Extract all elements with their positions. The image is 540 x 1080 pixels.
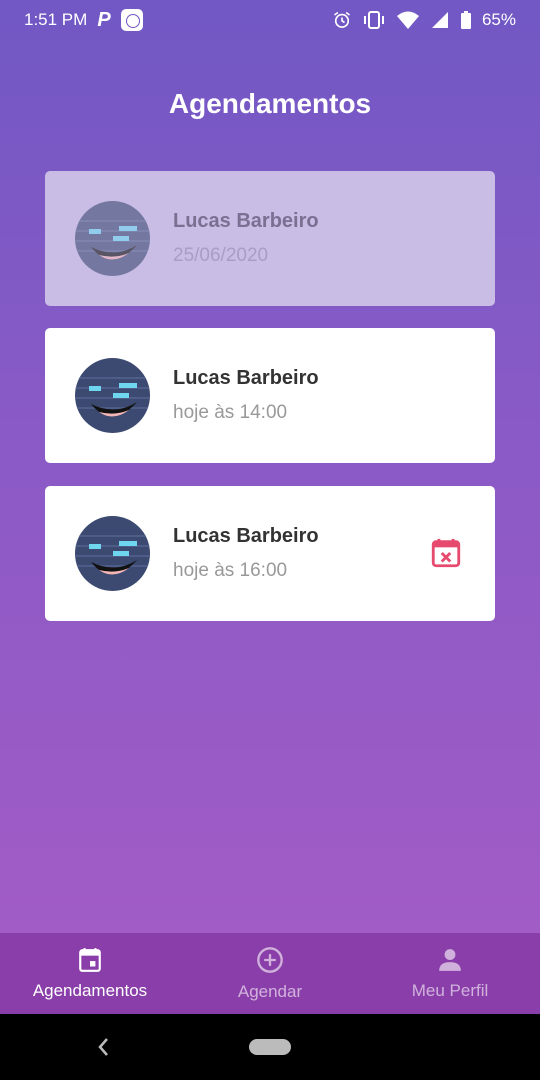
appointment-time: hoje às 14:00 <box>173 402 288 423</box>
nav-label: Meu Perfil <box>411 980 489 1000</box>
status-time: 1:51 PM <box>24 10 88 29</box>
parking-app-icon: P <box>97 8 111 31</box>
plus-circle-icon <box>257 946 283 973</box>
signal-icon <box>431 12 448 28</box>
battery-percent: 65% <box>481 10 516 29</box>
nav-item-meu-perfil[interactable]: Meu Perfil <box>360 933 540 1014</box>
back-icon[interactable] <box>96 1036 110 1058</box>
status-right: 65% <box>332 10 516 30</box>
nav-item-agendamentos[interactable]: Agendamentos <box>0 933 180 1014</box>
app-notification-icon <box>120 9 143 31</box>
calendar-remove-icon[interactable] <box>429 536 463 570</box>
vibrate-icon <box>363 11 384 29</box>
wifi-icon <box>396 11 419 29</box>
home-pill[interactable] <box>249 1039 291 1055</box>
status-left: 1:51 PM P <box>24 9 143 32</box>
nav-label: Agendar <box>237 981 303 1001</box>
alarm-icon <box>333 11 350 28</box>
page-title: Agendamentos <box>168 88 372 119</box>
barber-name: Lucas Barbeiro <box>173 525 319 547</box>
nav-label: Agendamentos <box>32 980 148 1000</box>
appointment-card[interactable]: Lucas Barbeiro hoje às 14:00 <box>45 328 495 463</box>
appointment-card[interactable]: Lucas Barbeiro hoje às 16:00 <box>45 486 495 621</box>
appointment-card-past[interactable]: Lucas Barbeiro 25/06/2020 <box>45 171 495 306</box>
barber-avatar <box>75 201 150 276</box>
calendar-icon <box>79 947 101 972</box>
bottom-nav: Agendamentos Agendar Meu Perfil <box>0 933 540 1014</box>
battery-icon <box>460 11 471 29</box>
system-nav-bar <box>0 1014 540 1080</box>
nav-item-agendar[interactable]: Agendar <box>180 933 360 1014</box>
barber-avatar <box>75 516 150 591</box>
appointment-time: 25/06/2020 <box>173 245 269 266</box>
barber-name: Lucas Barbeiro <box>173 367 319 389</box>
status-bar: 1:51 PM P 65% <box>0 0 540 40</box>
appointment-time: hoje às 16:00 <box>173 560 288 581</box>
person-icon <box>439 948 461 971</box>
barber-name: Lucas Barbeiro <box>173 210 319 232</box>
barber-avatar <box>75 358 150 433</box>
